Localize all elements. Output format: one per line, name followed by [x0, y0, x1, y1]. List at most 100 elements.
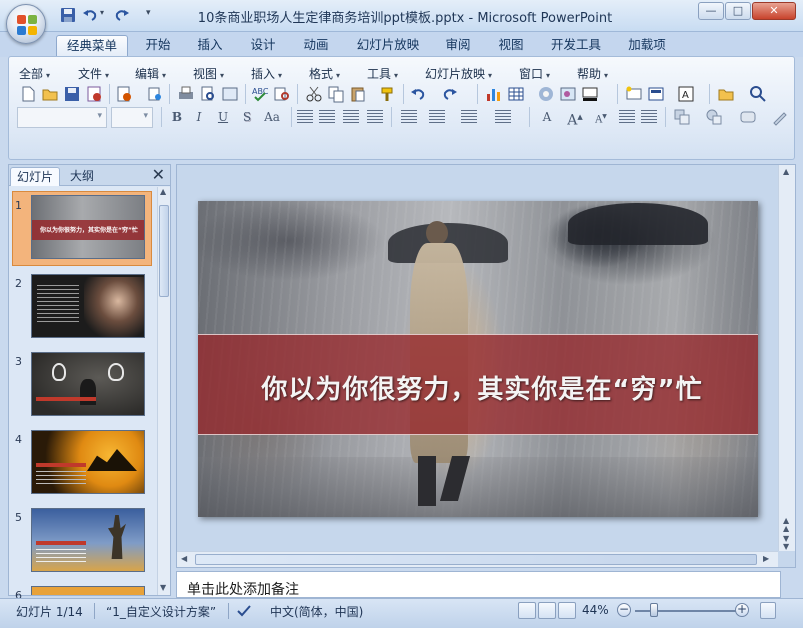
tab-view[interactable]: 视图	[491, 35, 531, 57]
slide-view-icon[interactable]	[221, 85, 239, 103]
print-preview-icon[interactable]	[199, 85, 217, 103]
insert-picture-icon[interactable]	[559, 85, 577, 103]
zoom-out-button[interactable]: −	[617, 603, 631, 617]
slide-thumbnail-5[interactable]	[31, 508, 145, 572]
decrease-indent-icon[interactable]	[619, 110, 635, 124]
scroll-left-icon[interactable]: ◀	[181, 554, 187, 563]
slide-canvas[interactable]: 你以为你很努力，其实你是在“穷”忙	[198, 201, 758, 517]
redo-icon[interactable]	[114, 7, 130, 23]
fit-to-window-button[interactable]	[760, 602, 776, 619]
slide-thumbnail-1[interactable]: 你以为你很努力，其实你是在“穷”忙	[31, 195, 145, 259]
new-slide-icon[interactable]	[625, 85, 643, 103]
shape-outline-icon[interactable]	[771, 108, 789, 126]
format-painter-icon[interactable]	[379, 85, 397, 103]
normal-view-button[interactable]	[518, 602, 536, 619]
save-icon[interactable]	[63, 85, 81, 103]
print-icon[interactable]	[177, 85, 195, 103]
close-pane-icon[interactable]: ✕	[152, 166, 165, 184]
insert-clipart-icon[interactable]	[537, 85, 555, 103]
tab-insert[interactable]: 插入	[190, 35, 230, 57]
editor-horizontal-scrollbar[interactable]: ◀ ▶	[177, 551, 778, 567]
scroll-down-icon[interactable]: ▼	[160, 583, 166, 592]
insert-chart-icon[interactable]	[485, 85, 503, 103]
paste-icon[interactable]	[349, 85, 367, 103]
zoom-level[interactable]: 44%	[582, 603, 609, 617]
slide-thumbnail-4[interactable]	[31, 430, 145, 494]
spell-check-icon[interactable]	[236, 604, 252, 618]
tab-developer[interactable]: 开发工具	[545, 35, 607, 57]
bold-button[interactable]: B	[167, 108, 187, 126]
scrollbar-thumb[interactable]	[195, 554, 757, 565]
spelling-icon[interactable]: ABC	[251, 85, 269, 103]
background-color-icon[interactable]	[581, 85, 599, 103]
menu-tools[interactable]: 工具 ▾	[367, 65, 398, 82]
slide-sorter-view-button[interactable]	[538, 602, 556, 619]
slide-thumbnail-6[interactable]	[31, 586, 145, 595]
notes-placeholder[interactable]: 单击此处添加备注	[187, 579, 299, 599]
numbering-icon[interactable]	[461, 110, 477, 124]
font-name-combo[interactable]	[17, 107, 107, 128]
menu-help[interactable]: 帮助 ▾	[577, 65, 608, 82]
tab-classic-menu[interactable]: 经典菜单	[56, 35, 128, 57]
office-button[interactable]	[6, 4, 46, 44]
open-folder-icon[interactable]	[41, 85, 59, 103]
slide-thumbnail-2[interactable]	[31, 274, 145, 338]
minimize-button[interactable]: —	[698, 2, 724, 20]
grow-font-icon[interactable]: A▲	[565, 108, 585, 129]
change-case-button[interactable]: Aa	[259, 108, 285, 126]
redo-icon[interactable]	[441, 85, 459, 103]
menu-format[interactable]: 格式 ▾	[309, 65, 340, 82]
menu-slideshow[interactable]: 幻灯片放映 ▾	[425, 65, 492, 82]
folder-icon[interactable]	[717, 85, 735, 103]
menu-edit[interactable]: 编辑 ▾	[135, 65, 166, 82]
increase-indent-icon[interactable]	[641, 110, 657, 124]
shapes-icon[interactable]	[705, 108, 723, 126]
theme-name[interactable]: “1_自定义设计方案”	[106, 603, 216, 620]
thumbnail-scrollbar[interactable]: ▲ ▼	[157, 187, 170, 595]
copy-icon[interactable]	[327, 85, 345, 103]
send-email-icon[interactable]	[115, 85, 133, 103]
arrange-icon[interactable]	[673, 108, 691, 126]
undo-icon[interactable]	[82, 7, 98, 23]
scrollbar-thumb[interactable]	[159, 205, 169, 297]
tab-slides[interactable]: 幻灯片	[10, 167, 61, 186]
tab-animation[interactable]: 动画	[296, 35, 336, 57]
tab-addins[interactable]: 加载项	[622, 35, 672, 57]
font-color-button[interactable]: A	[537, 108, 557, 126]
font-size-combo[interactable]	[111, 107, 153, 128]
tab-design[interactable]: 设计	[243, 35, 283, 57]
menu-view[interactable]: 视图 ▾	[193, 65, 224, 82]
tab-slideshow[interactable]: 幻灯片放映	[352, 35, 424, 57]
scroll-up-icon[interactable]: ▲	[160, 187, 166, 196]
align-left-icon[interactable]	[297, 110, 313, 124]
italic-button[interactable]: I	[189, 108, 209, 126]
undo-icon[interactable]	[409, 85, 427, 103]
menu-insert[interactable]: 插入 ▾	[251, 65, 282, 82]
notes-pane[interactable]: 单击此处添加备注	[176, 571, 781, 598]
slide-title[interactable]: 你以为你很努力，其实你是在“穷”忙	[198, 369, 758, 406]
menu-window[interactable]: 窗口 ▾	[519, 65, 550, 82]
scroll-up-icon[interactable]: ▲	[783, 167, 789, 176]
zoom-icon[interactable]	[749, 85, 767, 103]
new-document-icon[interactable]	[19, 85, 37, 103]
language-indicator[interactable]: 中文(简体，中国)	[270, 603, 363, 620]
save-icon[interactable]	[60, 7, 76, 23]
bullets-icon[interactable]	[495, 110, 511, 124]
customize-toolbar-icon[interactable]: ▾	[146, 8, 162, 24]
tab-home[interactable]: 开始	[138, 35, 178, 57]
slide-thumbnail-3[interactable]	[31, 352, 145, 416]
shadow-button[interactable]: S	[237, 108, 257, 126]
shrink-font-icon[interactable]: A▼	[591, 108, 611, 126]
tab-review[interactable]: 审阅	[438, 35, 478, 57]
close-button[interactable]: ✕	[752, 2, 796, 20]
align-center-icon[interactable]	[319, 110, 335, 124]
text-box-icon[interactable]: A	[677, 85, 695, 103]
insert-table-icon[interactable]	[507, 85, 525, 103]
cut-icon[interactable]	[305, 85, 323, 103]
slide-layout-icon[interactable]	[647, 85, 665, 103]
text-direction-icon[interactable]	[401, 110, 417, 124]
underline-button[interactable]: U	[213, 108, 233, 126]
tab-outline[interactable]: 大纲	[64, 167, 100, 186]
permission-icon[interactable]	[85, 85, 103, 103]
line-spacing-icon[interactable]	[429, 110, 445, 124]
